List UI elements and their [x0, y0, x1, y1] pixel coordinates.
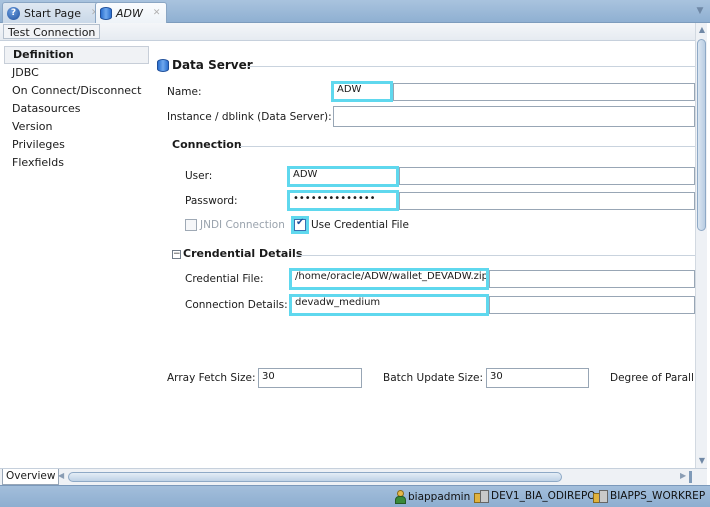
- name-input[interactable]: ADW: [331, 81, 393, 102]
- data-server-heading: Data Server: [157, 58, 253, 72]
- jndi-connection-checkbox[interactable]: [185, 219, 197, 231]
- tab-adw[interactable]: ADW ✕: [95, 2, 168, 23]
- connection-details-input[interactable]: devadw_medium: [289, 294, 489, 316]
- connection-details-label: Connection Details:: [185, 299, 288, 311]
- divider: [247, 66, 695, 67]
- use-credential-file-label: Use Credential File: [311, 219, 409, 231]
- status-master-repo-label: DEV1_BIA_ODIREPO: [491, 490, 596, 502]
- editor-tab-strip: ? Start Page ✕ ADW ✕ ▼: [0, 0, 710, 23]
- tab-list-dropdown-icon[interactable]: ▼: [694, 6, 706, 18]
- credential-file-input[interactable]: /home/oracle/ADW/wallet_DEVADW.zip: [289, 268, 489, 290]
- batch-update-size-input[interactable]: 30: [486, 368, 589, 388]
- tab-label: Start Page: [24, 6, 81, 20]
- user-icon: [394, 490, 406, 504]
- editor-toolbar: Test Connection: [0, 23, 695, 41]
- connection-heading: Connection: [172, 138, 242, 151]
- test-connection-button[interactable]: Test Connection: [3, 24, 101, 39]
- connection-details-input-extent[interactable]: [489, 296, 695, 314]
- array-fetch-size-input[interactable]: 30: [258, 368, 362, 388]
- scrollbar-end: [689, 471, 692, 483]
- divider: [240, 146, 695, 147]
- bottom-tab-bar: Overview ◀ ▶: [0, 468, 707, 485]
- repository-icon: [593, 490, 608, 503]
- scroll-up-icon[interactable]: ▲: [697, 25, 707, 35]
- status-user: biappadmin: [394, 490, 471, 504]
- data-server-icon: [100, 6, 112, 20]
- nav-item-jdbc[interactable]: JDBC: [4, 64, 149, 82]
- password-label: Password:: [185, 195, 238, 207]
- nav-item-definition[interactable]: Definition: [4, 46, 149, 64]
- tab-label: ADW: [116, 6, 143, 20]
- nav-item-version[interactable]: Version: [4, 118, 149, 136]
- scroll-right-icon[interactable]: ▶: [680, 471, 686, 480]
- nav-item-on-connect-disconnect[interactable]: On Connect/Disconnect: [4, 82, 149, 100]
- batch-update-size-label: Batch Update Size:: [383, 372, 483, 384]
- tab-overview[interactable]: Overview: [2, 469, 60, 485]
- scroll-down-icon[interactable]: ▼: [697, 456, 707, 466]
- scrollbar-thumb[interactable]: [697, 39, 706, 231]
- scroll-left-icon[interactable]: ◀: [58, 471, 64, 480]
- nav-item-flexfields[interactable]: Flexfields: [4, 154, 149, 172]
- nav-item-privileges[interactable]: Privileges: [4, 136, 149, 154]
- instance-label: Instance / dblink (Data Server):: [167, 111, 332, 123]
- data-server-icon: [157, 58, 169, 72]
- vertical-scrollbar[interactable]: ▲ ▼: [695, 23, 707, 468]
- data-server-form: Data Server Name: ADW Instance / dblink …: [150, 46, 695, 466]
- password-input-extent[interactable]: [399, 192, 695, 210]
- status-user-label: biappadmin: [408, 490, 471, 503]
- user-input[interactable]: ADW: [287, 166, 399, 187]
- status-master-repo: DEV1_BIA_ODIREPO: [474, 490, 596, 503]
- name-input-extent[interactable]: [393, 83, 695, 101]
- collapse-icon[interactable]: −: [172, 250, 181, 259]
- divider: [296, 255, 695, 256]
- close-icon[interactable]: ✕: [153, 8, 161, 18]
- credential-file-input-extent[interactable]: [489, 270, 695, 288]
- status-work-repo: BIAPPS_WORKREP: [593, 490, 706, 503]
- tab-start-page[interactable]: ? Start Page ✕: [2, 2, 106, 23]
- jndi-connection-label: JNDI Connection: [200, 219, 285, 231]
- password-input[interactable]: ••••••••••••••: [287, 190, 399, 211]
- credential-title: Crendential Details: [183, 247, 303, 260]
- status-work-repo-label: BIAPPS_WORKREP: [610, 490, 706, 502]
- nav-item-datasources[interactable]: Datasources: [4, 100, 149, 118]
- user-label: User:: [185, 170, 213, 182]
- credential-heading: Crendential Details: [183, 247, 302, 260]
- status-bar: biappadmin DEV1_BIA_ODIREPO BIAPPS_WORKR…: [0, 485, 710, 507]
- degree-of-parallelism-label: Degree of Parall: [610, 372, 694, 384]
- user-input-extent[interactable]: [399, 167, 695, 185]
- horizontal-scrollbar-thumb[interactable]: [68, 472, 562, 482]
- array-fetch-size-label: Array Fetch Size:: [167, 372, 256, 384]
- connection-title: Connection: [172, 138, 242, 151]
- use-credential-file-checkbox[interactable]: [294, 217, 306, 231]
- name-label: Name:: [167, 86, 202, 98]
- help-icon: ?: [7, 6, 20, 20]
- page-title: Data Server: [172, 58, 253, 72]
- credential-file-label: Credential File:: [185, 273, 264, 285]
- definition-nav: Definition JDBC On Connect/Disconnect Da…: [4, 46, 149, 466]
- repository-icon: [474, 490, 489, 503]
- instance-input[interactable]: [333, 106, 695, 127]
